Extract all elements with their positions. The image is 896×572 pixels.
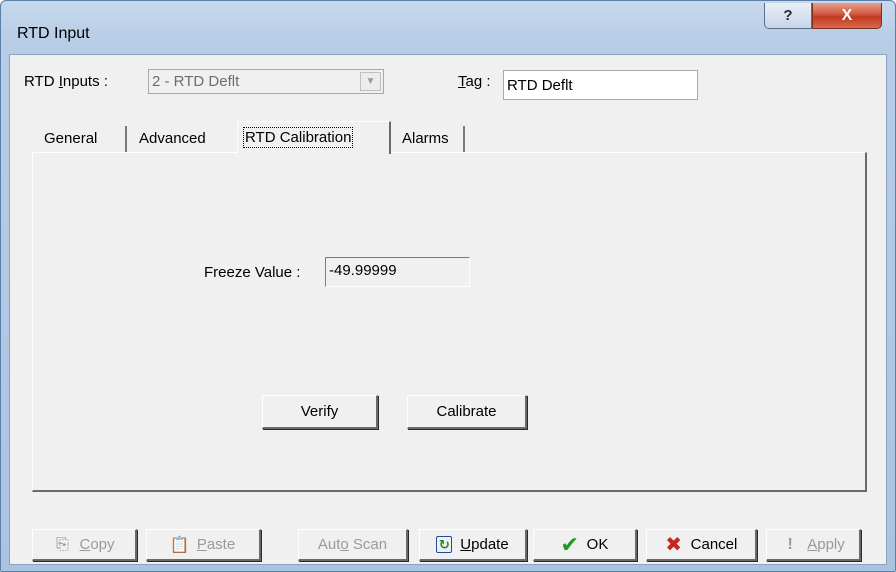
dialog-window: RTD Input ? X RTD Inputs : 2 - RTD Deflt… xyxy=(0,0,896,572)
x-icon: ✖ xyxy=(665,534,683,556)
tab-advanced[interactable]: Advanced xyxy=(131,126,227,153)
exclamation-icon: ! xyxy=(787,535,793,553)
update-button[interactable]: ↻ Update xyxy=(419,529,527,561)
tag-label: Tag : xyxy=(458,73,491,90)
tab-rtd-calibration[interactable]: RTD Calibration xyxy=(237,121,391,154)
freeze-value-field: -49.99999 xyxy=(325,257,470,287)
copy-icon: ⎘ xyxy=(56,535,69,553)
rtd-calibration-panel: Freeze Value : -49.99999 Verify Calibrat… xyxy=(32,152,867,492)
title-bar[interactable]: RTD Input ? X xyxy=(1,1,895,57)
refresh-icon: ↻ xyxy=(436,536,453,553)
freeze-value-label: Freeze Value : xyxy=(204,264,301,281)
rtd-inputs-value: 2 - RTD Deflt xyxy=(152,73,240,90)
rtd-inputs-dropdown[interactable]: 2 - RTD Deflt ▼ xyxy=(148,69,384,94)
calibrate-button[interactable]: Calibrate xyxy=(407,395,527,429)
tag-input[interactable] xyxy=(503,70,698,100)
dialog-body: RTD Inputs : 2 - RTD Deflt ▼ Tag : Gener… xyxy=(9,54,887,565)
tab-general[interactable]: General xyxy=(35,126,127,153)
rtd-inputs-label: RTD Inputs : xyxy=(24,73,108,90)
auto-scan-button[interactable]: Auto Scan xyxy=(298,529,408,561)
ok-button[interactable]: ✔ OK xyxy=(533,529,637,561)
close-button[interactable]: X xyxy=(812,3,882,29)
help-icon: ? xyxy=(783,7,793,24)
verify-button[interactable]: Verify xyxy=(262,395,378,429)
cancel-button[interactable]: ✖ Cancel xyxy=(646,529,757,561)
apply-button[interactable]: ! Apply xyxy=(766,529,861,561)
paste-icon: 📋 xyxy=(169,536,190,554)
paste-button[interactable]: 📋 Paste xyxy=(146,529,261,561)
window-title: RTD Input xyxy=(17,25,90,42)
checkmark-icon: ✔ xyxy=(560,531,579,557)
help-button[interactable]: ? xyxy=(764,3,812,29)
chevron-down-icon[interactable]: ▼ xyxy=(360,72,381,91)
copy-button[interactable]: ⎘ Copy xyxy=(32,529,137,561)
close-icon: X xyxy=(841,6,853,24)
tab-alarms[interactable]: Alarms xyxy=(395,126,465,153)
